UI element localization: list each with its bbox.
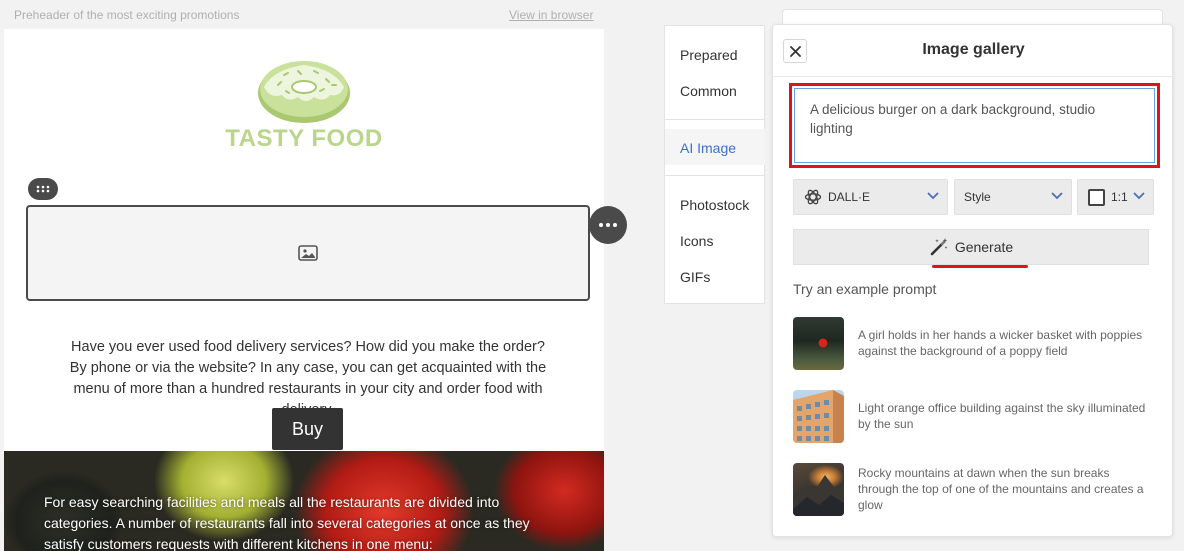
aspect-ratio-value: 1:1	[1111, 190, 1128, 204]
sidenav-item-common[interactable]: Common	[680, 83, 737, 99]
style-select[interactable]: Style	[954, 179, 1072, 215]
email-canvas: TASTY FOOD Have you ever used food deliv…	[4, 29, 604, 551]
image-gallery-panel: Image gallery A delicious burger on a da…	[772, 24, 1174, 537]
logo-text: TASTY FOOD	[225, 125, 383, 152]
food-banner-image: For easy searching facilities and meals …	[4, 451, 604, 551]
drag-handle-icon[interactable]	[28, 178, 58, 200]
model-select[interactable]: DALL·E	[793, 179, 948, 215]
openai-icon	[804, 189, 822, 205]
aspect-ratio-select[interactable]: 1:1	[1077, 179, 1154, 215]
chevron-down-icon	[927, 192, 939, 200]
banner-text: For easy searching facilities and meals …	[44, 494, 530, 551]
image-placeholder-block[interactable]	[26, 205, 590, 301]
chevron-down-icon	[1051, 192, 1063, 200]
preheader-text: Preheader of the most exciting promotion…	[14, 8, 240, 22]
example-thumbnail	[793, 390, 844, 443]
sidenav-divider	[665, 175, 765, 176]
example-prompt-item[interactable]: A girl holds in her hands a wicker baske…	[793, 317, 1153, 373]
magic-wand-icon	[930, 238, 948, 256]
image-icon	[298, 245, 318, 261]
square-ratio-icon	[1088, 188, 1105, 206]
example-prompt-text: Light orange office building against the…	[858, 401, 1146, 431]
sidenav-item-photostock[interactable]: Photostock	[680, 197, 749, 213]
example-thumbnail	[793, 463, 844, 516]
more-options-button[interactable]	[589, 206, 627, 244]
panel-title: Image gallery	[922, 41, 1025, 58]
sidenav-item-prepared[interactable]: Prepared	[680, 47, 738, 63]
sidenav-item-icons[interactable]: Icons	[680, 233, 713, 249]
gallery-sidenav: Prepared Common AI Image Photostock Icon…	[664, 25, 765, 304]
donut-logo-icon	[258, 61, 350, 123]
model-select-value: DALL·E	[828, 190, 871, 204]
style-select-value: Style	[964, 190, 991, 204]
example-prompt-item[interactable]: Rocky mountains at dawn when the sun bre…	[793, 463, 1153, 519]
chevron-down-icon	[1133, 192, 1145, 200]
example-prompt-heading: Try an example prompt	[793, 281, 937, 297]
buy-button[interactable]: Buy	[272, 408, 343, 450]
more-dots-icon	[599, 223, 617, 227]
close-button[interactable]	[783, 39, 807, 63]
title-divider	[773, 76, 1174, 77]
example-thumbnail	[793, 317, 844, 370]
prompt-highlight-frame: A delicious burger on a dark background,…	[789, 83, 1160, 168]
sidenav-divider	[665, 119, 765, 120]
generate-button[interactable]: Generate	[793, 229, 1149, 265]
generate-label: Generate	[954, 239, 1014, 255]
example-prompt-text: A girl holds in her hands a wicker baske…	[858, 328, 1143, 358]
logo	[4, 49, 604, 129]
view-in-browser-link[interactable]: View in browser	[509, 8, 593, 22]
generate-highlight-underline	[932, 265, 1028, 268]
example-prompt-text: Rocky mountains at dawn when the sun bre…	[858, 466, 1144, 512]
sidenav-item-ai-image[interactable]: AI Image	[680, 140, 736, 156]
sidenav-item-gifs[interactable]: GIFs	[680, 269, 710, 285]
close-icon	[789, 45, 801, 57]
example-prompt-item[interactable]: Light orange office building against the…	[793, 390, 1153, 446]
prompt-input[interactable]: A delicious burger on a dark background,…	[794, 88, 1155, 163]
